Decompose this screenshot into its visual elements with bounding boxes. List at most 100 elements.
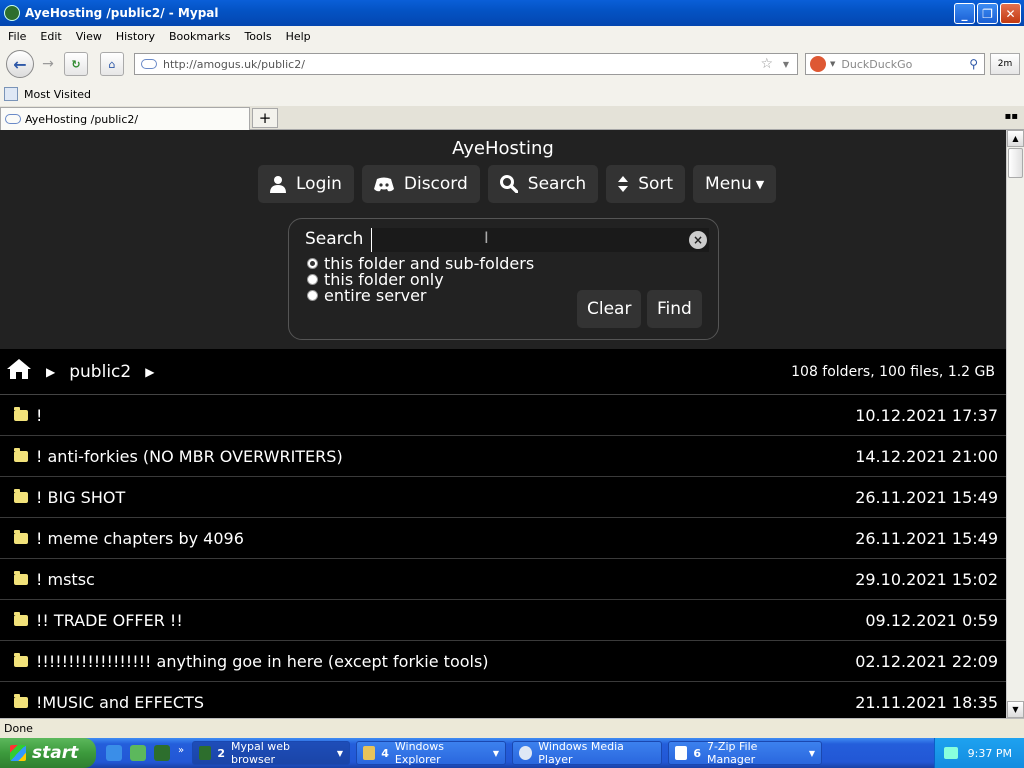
radio-folder-and-subfolders[interactable] [307, 258, 318, 269]
folder-name[interactable]: ! anti-forkies (NO MBR OVERWRITERS) [36, 447, 343, 466]
url-bar[interactable]: http://amogus.uk/public2/ ☆ ▼ [134, 53, 798, 75]
windows-taskbar: start » 2 Mypal web browser ▼ 4 Windows … [0, 738, 1024, 768]
search-panel: Search × this folder and sub-folders thi… [288, 218, 719, 340]
tab-list-icon[interactable]: ▪▪ [1004, 111, 1018, 122]
modified-date: 09.12.2021 0:59 [865, 610, 998, 630]
window-title: AyeHosting /public2/ - Mypal [25, 6, 219, 20]
close-button[interactable]: ✕ [1000, 3, 1021, 24]
site-cloud-icon [141, 59, 157, 69]
start-button[interactable]: start [0, 738, 96, 768]
menu-help[interactable]: Help [286, 30, 311, 43]
file-list: ! 10.12.2021 17:37 ! anti-forkies (NO MBR… [0, 395, 1006, 718]
reload-icon[interactable]: ↻ [64, 52, 88, 76]
restore-button[interactable]: ❐ [977, 3, 998, 24]
list-item[interactable]: ! anti-forkies (NO MBR OVERWRITERS) 14.12… [0, 436, 1006, 477]
folder-name[interactable]: !MUSIC and EFFECTS [36, 693, 204, 712]
scroll-thumb[interactable] [1008, 148, 1023, 178]
search-button[interactable]: Search [487, 165, 599, 203]
caret-down-icon: ▼ [755, 177, 765, 191]
network-icon[interactable] [943, 747, 958, 759]
sort-button[interactable]: Sort [606, 165, 686, 203]
show-desktop-icon[interactable] [130, 745, 146, 761]
list-item[interactable]: !! TRADE OFFER !! 09.12.2021 0:59 [0, 600, 1006, 641]
menu-button[interactable]: Menu ▼ [693, 165, 777, 203]
home-icon[interactable] [6, 358, 32, 385]
task-dropdown-icon: ▼ [808, 748, 815, 758]
list-item[interactable]: !MUSIC and EFFECTS 21.11.2021 18:35 [0, 682, 1006, 718]
menu-view[interactable]: View [76, 30, 102, 43]
list-item[interactable]: ! 10.12.2021 17:37 [0, 395, 1006, 436]
menu-bookmarks[interactable]: Bookmarks [169, 30, 230, 43]
tab-ayehosting[interactable]: AyeHosting /public2/ [0, 107, 250, 130]
breadcrumb-folder[interactable]: public2 [69, 362, 131, 382]
navigation-toolbar: ← → ↻ ⌂ http://amogus.uk/public2/ ☆ ▼ ▼ … [0, 46, 1024, 82]
folder-name[interactable]: !!!!!!!!!!!!!!!!!! anything goe in here … [36, 652, 489, 671]
forward-arrow-icon[interactable]: → [36, 52, 60, 76]
scroll-up-icon[interactable]: ▲ [1007, 130, 1024, 147]
folder-name[interactable]: ! meme chapters by 4096 [36, 529, 244, 548]
folder-name[interactable]: ! mstsc [36, 570, 95, 589]
back-arrow-icon[interactable]: ← [6, 50, 34, 78]
home-icon[interactable]: ⌂ [100, 52, 124, 76]
search-panel-label: Search [305, 229, 364, 249]
mypal-quicklaunch-icon[interactable] [154, 745, 170, 761]
folder-name[interactable]: ! [36, 406, 42, 425]
new-tab-button[interactable]: + [252, 108, 278, 128]
url-dropdown-icon[interactable]: ▼ [783, 60, 789, 69]
folder-name[interactable]: !! TRADE OFFER !! [36, 611, 183, 630]
minimize-button[interactable]: _ [954, 3, 975, 24]
vertical-scrollbar[interactable]: ▲ ▼ [1006, 130, 1024, 718]
list-item[interactable]: ! meme chapters by 4096 26.11.2021 15:49 [0, 518, 1006, 559]
clear-button[interactable]: Clear [577, 290, 642, 328]
7zip-task-icon [675, 746, 688, 760]
menu-history[interactable]: History [116, 30, 155, 43]
discord-button[interactable]: Discord [361, 165, 480, 203]
scroll-down-icon[interactable]: ▼ [1007, 701, 1024, 718]
bookmark-star-icon[interactable]: ☆ [760, 56, 773, 72]
folder-icon [14, 488, 28, 503]
login-button[interactable]: Login [258, 165, 354, 203]
list-item[interactable]: !!!!!!!!!!!!!!!!!! anything goe in here … [0, 641, 1006, 682]
breadcrumb: ▶ public2 ▶ 108 folders, 100 files, 1.2 … [0, 349, 1006, 395]
task-windows-media-player[interactable]: Windows Media Player [512, 740, 662, 766]
search-engine-placeholder: DuckDuckGo [841, 57, 913, 71]
radio-entire-server[interactable] [307, 290, 318, 301]
task-windows-explorer[interactable]: 4 Windows Explorer ▼ [356, 740, 506, 766]
menu-file[interactable]: File [8, 30, 26, 43]
clear-x-icon[interactable]: × [689, 231, 707, 249]
task-label: 7-Zip File Manager [706, 740, 758, 766]
bookmarks-toolbar: Most Visited [0, 82, 1024, 106]
task-7zip[interactable]: 6 7-Zip File Manager ▼ [668, 740, 822, 766]
system-tray: 9:37 PM [934, 738, 1024, 768]
radio-folder-only[interactable] [307, 274, 318, 285]
task-mypal[interactable]: 2 Mypal web browser ▼ [192, 740, 350, 766]
list-item[interactable]: ! BIG SHOT 26.11.2021 15:49 [0, 477, 1006, 518]
folder-name[interactable]: ! BIG SHOT [36, 488, 125, 507]
extension-button[interactable]: 2m [990, 53, 1020, 75]
folder-icon [14, 529, 28, 544]
folder-icon [14, 611, 28, 626]
task-count: 6 [693, 746, 701, 760]
menu-tools[interactable]: Tools [244, 30, 271, 43]
modified-date: 21.11.2021 18:35 [855, 692, 998, 712]
find-button[interactable]: Find [647, 290, 702, 328]
modified-date: 26.11.2021 15:49 [855, 487, 998, 507]
search-magnifier-icon[interactable]: ⚲ [969, 57, 978, 71]
internet-explorer-icon[interactable] [106, 745, 122, 761]
engine-dropdown-icon[interactable]: ▼ [830, 60, 835, 68]
folder-icon [14, 570, 28, 585]
quicklaunch-chevron-icon[interactable]: » [178, 745, 186, 761]
discord-icon [373, 177, 394, 192]
menu-edit[interactable]: Edit [40, 30, 61, 43]
duckduckgo-icon[interactable] [810, 56, 826, 72]
tab-strip: AyeHosting /public2/ + ▪▪ [0, 106, 1024, 130]
list-item[interactable]: ! mstsc 29.10.2021 15:02 [0, 559, 1006, 600]
search-label: Search [527, 174, 587, 194]
search-input[interactable] [371, 228, 709, 252]
task-count: 2 [217, 746, 225, 760]
option-entire-server[interactable]: entire server [307, 286, 427, 305]
site-header: AyeHosting Login Discord Search Sort Men… [0, 130, 1006, 349]
most-visited-bookmark[interactable]: Most Visited [24, 88, 91, 101]
folder-icon [14, 406, 28, 421]
search-engine-bar[interactable]: ▼ DuckDuckGo ⚲ [805, 53, 985, 75]
